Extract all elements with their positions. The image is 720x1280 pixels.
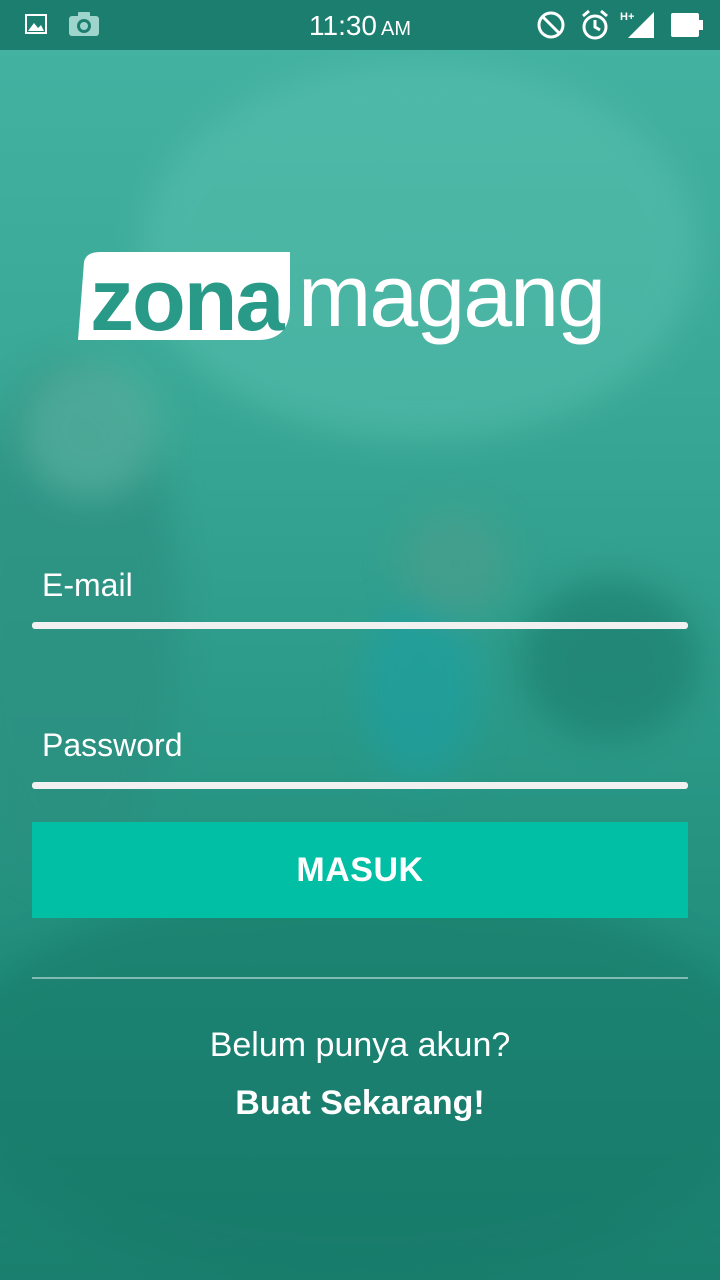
email-field-container [32,550,688,630]
email-input[interactable] [32,550,688,620]
zonamagang-logo: zona magang [76,246,646,360]
signup-link[interactable]: Buat Sekarang! [0,1084,720,1123]
logo-text-zona: zona [90,250,286,349]
login-button[interactable]: MASUK [32,822,688,918]
divider [32,977,688,979]
do-not-disturb-icon [536,10,566,45]
alarm-icon [580,9,610,46]
battery-icon [670,12,704,43]
no-account-text: Belum punya akun? [209,1026,511,1064]
password-input[interactable] [32,710,688,780]
logo-graphic: zona magang [78,246,606,349]
email-underline [32,622,688,629]
status-bar: 11:30 AM H+ [0,0,720,50]
password-underline [32,782,688,789]
password-field-container [32,710,688,790]
status-time: 11:30 AM [309,10,411,41]
logo-text-magang: magang [298,250,604,345]
svg-text:H+: H+ [620,11,634,23]
signal-hplus-icon: H+ [620,8,656,45]
